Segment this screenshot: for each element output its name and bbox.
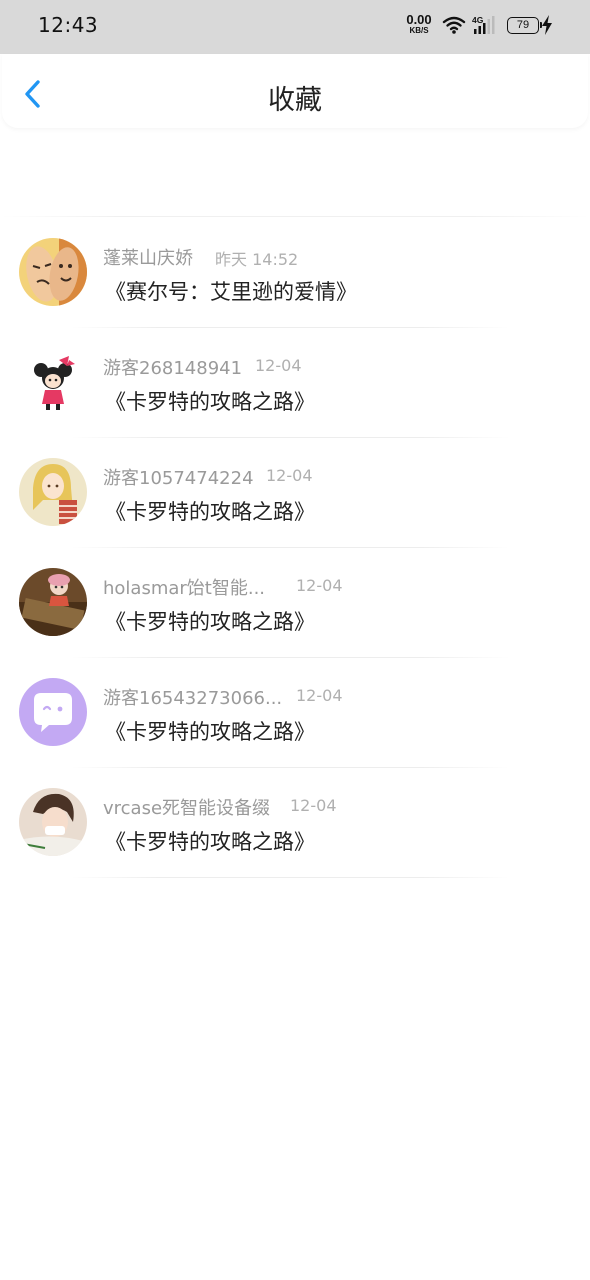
book-title[interactable]: 《卡罗特的攻略之路》 <box>105 386 315 416</box>
username[interactable]: 游客1057474224 <box>103 464 254 490</box>
timestamp: 昨天 14:52 <box>215 250 299 269</box>
wifi-icon <box>442 16 466 34</box>
network-type-label: 4G <box>472 15 484 25</box>
username[interactable]: vrcase死智能设备缀 <box>103 794 270 820</box>
timestamp: 12-04 <box>255 356 302 375</box>
list-item[interactable]: 游客268148941 12-04 《卡罗特的攻略之路》 <box>0 328 590 438</box>
username[interactable]: 游客16543273066... <box>103 684 282 710</box>
network-speed-unit: KB/S <box>409 26 429 35</box>
book-title[interactable]: 《卡罗特的攻略之路》 <box>105 496 315 526</box>
username[interactable]: 游客268148941 <box>103 354 242 380</box>
avatar[interactable] <box>19 788 87 856</box>
battery-icon: 79 <box>507 17 542 34</box>
page-title: 收藏 <box>268 85 322 116</box>
charging-icon <box>542 15 552 35</box>
list-item[interactable]: 游客16543273066... 12-04 《卡罗特的攻略之路》 <box>0 658 590 768</box>
book-title[interactable]: 《卡罗特的攻略之路》 <box>105 606 315 636</box>
book-title[interactable]: 《卡罗特的攻略之路》 <box>105 716 315 746</box>
avatar[interactable] <box>19 238 87 306</box>
avatar[interactable] <box>19 678 87 746</box>
timestamp: 12-04 <box>266 466 313 485</box>
list-item[interactable]: 游客1057474224 12-04 《卡罗特的攻略之路》 <box>0 438 590 548</box>
list-item[interactable]: vrcase死智能设备缀 12-04 《卡罗特的攻略之路》 <box>0 768 590 878</box>
status-bar: 12:43 0.00 KB/S 4G 79 <box>0 0 590 54</box>
book-title[interactable]: 《赛尔号：艾里逊的爱情》 <box>105 276 357 306</box>
divider <box>0 216 590 217</box>
status-time: 12:43 <box>38 13 99 37</box>
network-speed: 0.00 KB/S <box>402 13 436 35</box>
timestamp: 12-04 <box>296 576 343 595</box>
list-item[interactable]: holasmar饴t智能... 12-04 《卡罗特的攻略之路》 <box>0 548 590 658</box>
timestamp: 12-04 <box>296 686 343 705</box>
network-speed-value: 0.00 <box>406 12 432 27</box>
username[interactable]: holasmar饴t智能... <box>103 574 265 600</box>
header-bar: 收藏 <box>2 54 588 128</box>
avatar[interactable] <box>19 348 87 416</box>
timestamp: 12-04 <box>290 796 337 815</box>
favorites-list: 蓬莱山庆娇 昨天 14:52 《赛尔号：艾里逊的爱情》 游客268148941 … <box>0 218 590 878</box>
avatar[interactable] <box>19 458 87 526</box>
list-item[interactable]: 蓬莱山庆娇 昨天 14:52 《赛尔号：艾里逊的爱情》 <box>0 218 590 328</box>
avatar[interactable] <box>19 568 87 636</box>
signal-4g-icon: 4G <box>472 15 495 34</box>
username[interactable]: 蓬莱山庆娇 <box>103 244 193 270</box>
book-title[interactable]: 《卡罗特的攻略之路》 <box>105 826 315 856</box>
